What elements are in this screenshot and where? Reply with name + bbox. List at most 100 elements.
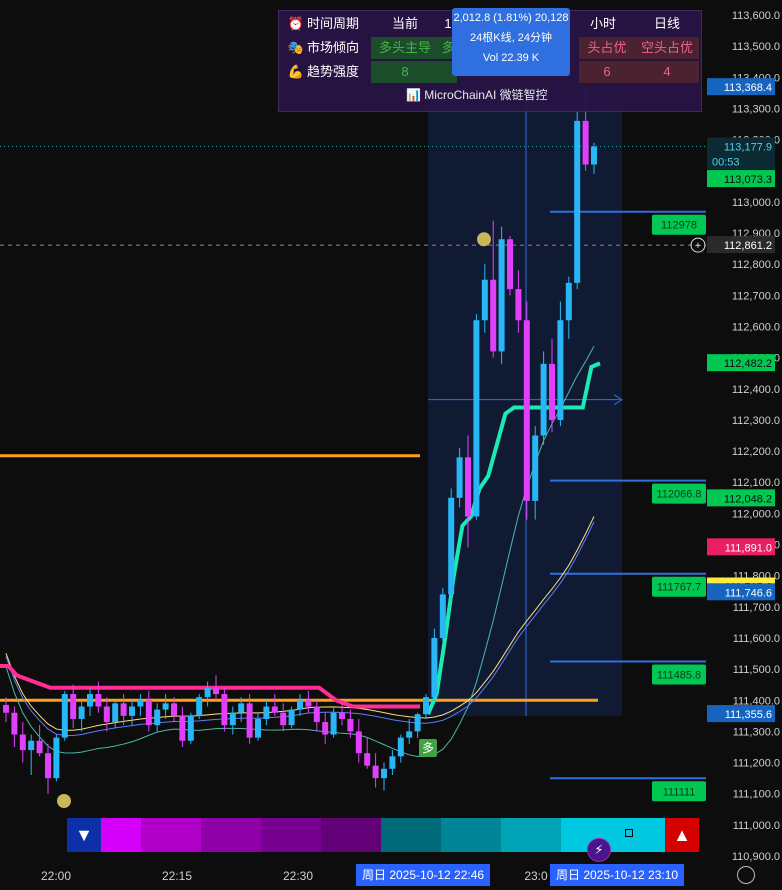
bar-chart-icon: 📊 (406, 88, 421, 102)
signal-segment (441, 818, 501, 852)
y-tick-label: 113,600.0 (732, 10, 780, 22)
candle-body (481, 279, 488, 321)
candle-body (397, 737, 404, 757)
panel-cell: 空头占优 (635, 37, 699, 59)
y-tick-label: 111,100.0 (733, 789, 780, 801)
candle-body (238, 703, 245, 713)
candle-body (339, 712, 345, 719)
candle-body (431, 637, 438, 698)
signal-segment (561, 818, 665, 852)
candle-body (347, 718, 354, 732)
signal-segment (201, 818, 261, 852)
add-alert-plus: + (695, 240, 701, 252)
price-tag-label: 111,355.6 (725, 709, 772, 721)
x-tick-label: 22:30 (283, 869, 313, 883)
square-marker-icon (625, 829, 633, 837)
price-tag-label: 112,048.2 (724, 493, 772, 505)
candle-body (36, 740, 43, 754)
y-tick-label: 113,300.0 (732, 103, 780, 115)
panel-cell: 头占优 (579, 37, 635, 59)
measure-bars: 24根K线, 24分钟 (470, 32, 552, 44)
candle-body (423, 697, 429, 715)
candle-body (45, 753, 51, 779)
candle-body (221, 694, 228, 726)
candle-body (473, 320, 480, 517)
up-triangle-icon: ▲ (673, 825, 691, 845)
candle-body (490, 279, 497, 352)
down-triangle-icon: ▼ (75, 825, 93, 845)
x-tick-label: 23:0 (524, 869, 548, 883)
candle-body (129, 706, 135, 716)
candle-body (557, 320, 564, 420)
panel-label-bias: 市场倾向 (307, 40, 360, 55)
x-tick-label: 22:00 (41, 869, 71, 883)
candle-body (322, 722, 329, 735)
y-tick-label: 112,000.0 (732, 508, 780, 520)
candle-body (204, 687, 211, 698)
y-tick-label: 111,000.0 (733, 820, 780, 832)
settings-icon[interactable] (737, 866, 755, 884)
candle-body (515, 289, 522, 321)
bull-signal-button[interactable]: ▲ (665, 818, 699, 852)
candle-body (448, 497, 455, 595)
candle-body (498, 239, 505, 352)
price-tag-label: 113,073.3 (724, 174, 772, 186)
candle-body (549, 363, 555, 420)
level-tag-label: 112066.8 (656, 489, 701, 501)
countdown-label: 00:53 (712, 156, 740, 168)
level-tag-label: 111767.7 (657, 582, 701, 594)
y-tick-label: 112,300.0 (732, 415, 780, 427)
signal-segment (501, 818, 561, 852)
candle-body (591, 146, 597, 165)
y-tick-label: 112,400.0 (732, 384, 780, 396)
candle-body (53, 737, 60, 779)
level-tag-label: 111485.8 (657, 670, 701, 682)
candle-body (414, 714, 421, 732)
price-tag-label: 112,482.2 (724, 358, 772, 370)
candle-body (263, 706, 270, 719)
y-tick-label: 112,700.0 (732, 290, 780, 302)
candle-body (271, 706, 278, 713)
candle-body (78, 706, 85, 719)
price-tag-label: 113,368.4 (724, 82, 772, 94)
candle-body (61, 694, 68, 738)
price-tag-label: 111,746.6 (725, 587, 772, 599)
candle-body (11, 712, 18, 735)
level-tag-label: 111111 (663, 786, 696, 798)
alarm-clock-icon: ⏰ (287, 16, 305, 31)
bear-signal-button[interactable]: ▼ (67, 818, 101, 852)
candle-body (87, 694, 93, 707)
candle-body (145, 700, 152, 726)
candle-body (372, 765, 379, 779)
price-chart[interactable]: 113,600.0113,500.0113,400.0113,300.0113,… (0, 0, 782, 890)
brand-text: MicroChainAI 微链智控 (424, 88, 548, 102)
y-tick-label: 111,600.0 (733, 633, 780, 645)
candle-body (154, 709, 161, 726)
candle-body (523, 320, 530, 501)
panel-label-strength: 趋势强度 (307, 64, 360, 79)
panel-cell: 4 (635, 61, 699, 83)
price-tag-label: 111,891.0 (725, 542, 772, 554)
crosshair-time-end: 周日 2025-10-12 23:10 (550, 864, 685, 886)
theater-masks-icon: 🎭 (287, 40, 305, 55)
panel-cell: 小时 (589, 16, 616, 31)
panel-cell: 6 (579, 61, 635, 83)
candle-body (288, 709, 295, 726)
y-tick-label: 111,500.0 (733, 664, 780, 676)
panel-label-timeframe: 时间周期 (307, 16, 360, 31)
candle-body (137, 700, 144, 707)
candle-body (406, 731, 413, 738)
low-marker-dot (57, 794, 71, 808)
y-tick-label: 110,900.0 (732, 851, 780, 863)
candle-body (582, 120, 589, 165)
candle-body (162, 703, 169, 710)
lightning-icon[interactable]: ⚡ (587, 838, 611, 862)
signal-segment (101, 818, 141, 852)
candle-body (196, 697, 203, 716)
candle-body (439, 594, 446, 638)
candle-body (19, 734, 26, 751)
high-marker-dot (477, 232, 491, 247)
y-tick-label: 111,300.0 (733, 726, 780, 738)
brand-label: 📊 MicroChainAI 微链智控 (406, 86, 548, 103)
signal-segment (261, 818, 321, 852)
